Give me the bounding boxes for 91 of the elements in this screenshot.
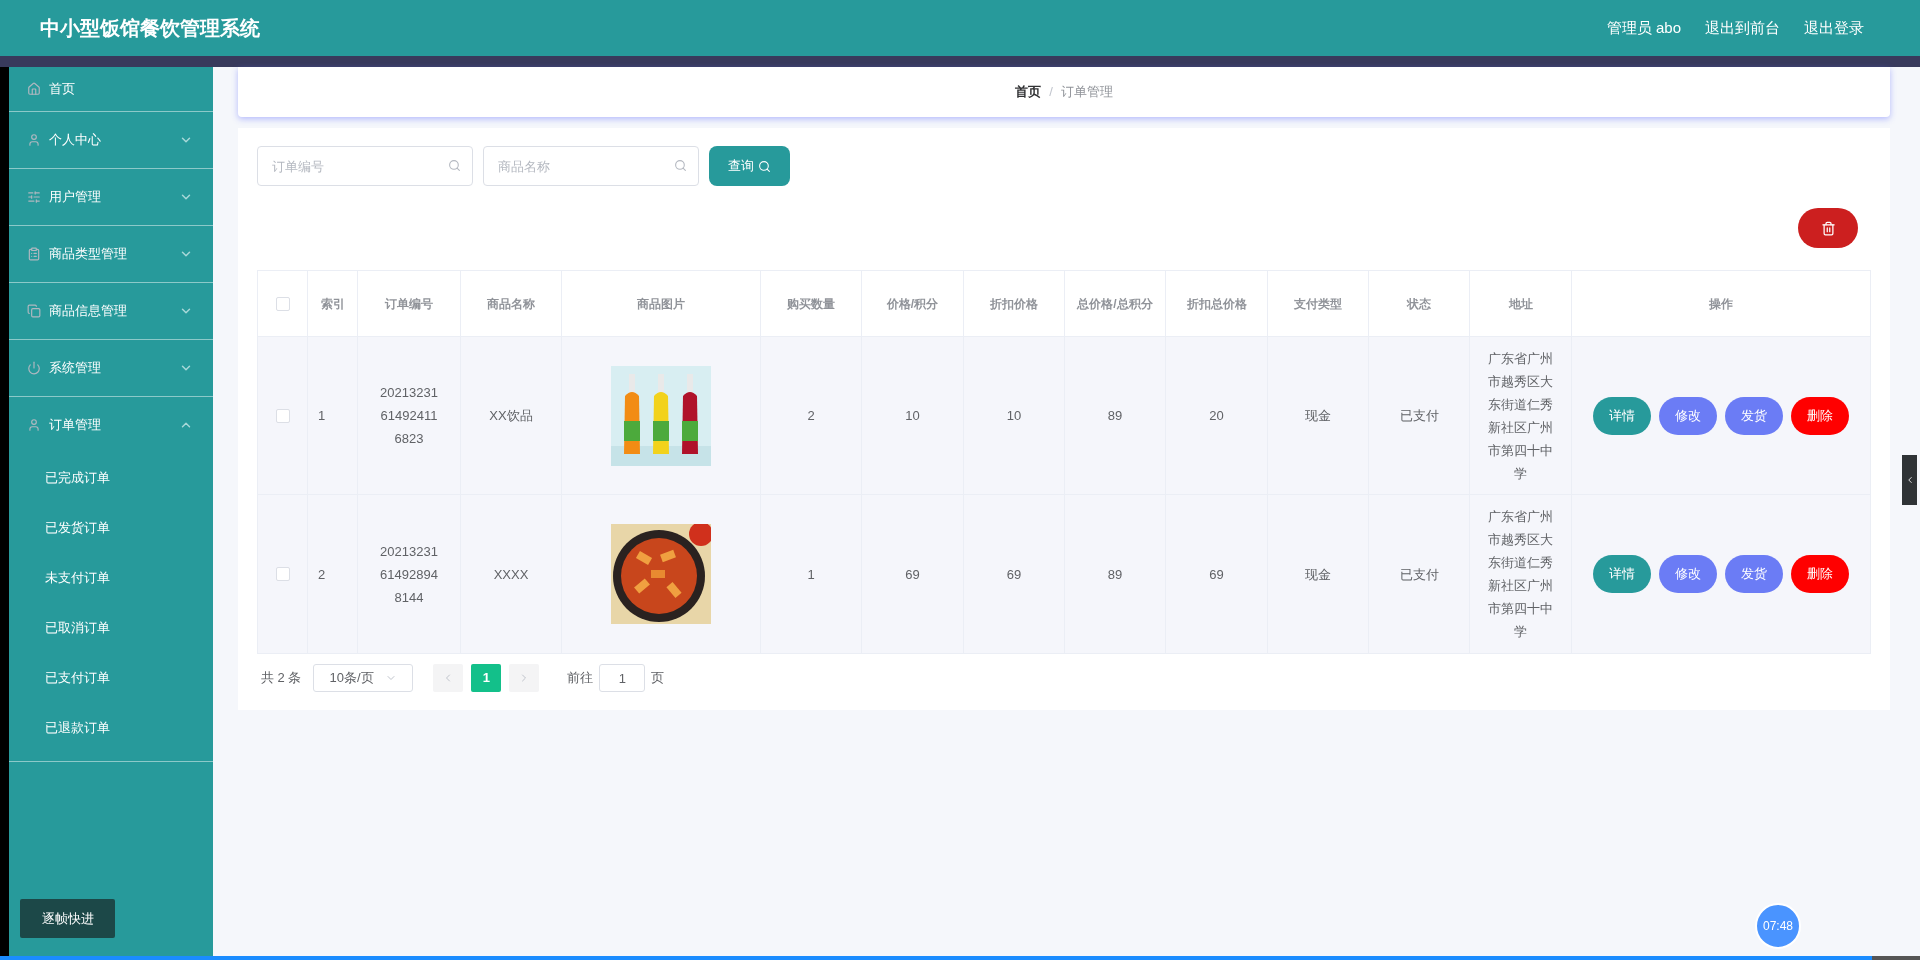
table-cell-text: 89: [1107, 407, 1123, 425]
action-button[interactable]: 详情: [1593, 555, 1651, 593]
goto-label: 前往: [567, 669, 594, 688]
table-cell-text: 2: [318, 565, 326, 584]
search-icon: [758, 159, 771, 173]
breadcrumb-link[interactable]: 订单管理: [1060, 82, 1113, 102]
table-cell-text: 89: [1107, 565, 1123, 584]
column-header: 商品名称: [487, 295, 535, 313]
timer-bubble: 07:48: [1755, 903, 1801, 949]
table-cell-text: 1: [807, 565, 815, 584]
query-button[interactable]: 查询: [709, 146, 790, 186]
header-link[interactable]: 管理员 abo: [1606, 16, 1681, 40]
table-cell-text: 20: [1209, 407, 1224, 425]
table-cell-text: 10: [905, 407, 920, 425]
sidebar-subitem[interactable]: 已完成订单: [9, 453, 213, 503]
table-cell-text: 广东省广州市越秀区大东街道仁秀新社区广州市第四十中学: [1487, 508, 1554, 641]
column-header: 索引: [320, 295, 345, 313]
table-cell-text: 20213231614924116823: [379, 384, 439, 448]
search-field[interactable]: 商品名称: [483, 146, 699, 186]
table-cell-text: 广东省广州市越秀区大东街道仁秀新社区广州市第四十中学: [1487, 349, 1554, 483]
sidebar-item[interactable]: 首页: [9, 67, 213, 111]
action-button[interactable]: 修改: [1659, 555, 1717, 593]
copy-icon: [27, 304, 41, 318]
checkbox[interactable]: [275, 296, 290, 311]
sidebar-item[interactable]: 商品类型管理: [9, 226, 213, 282]
user-icon: [27, 133, 41, 147]
sidebar-item[interactable]: 订单管理: [9, 397, 213, 453]
checkbox[interactable]: [275, 567, 290, 581]
column-header: 操作: [1709, 295, 1733, 313]
table-cell-text: XXXX: [493, 565, 529, 584]
table-cell-text: XX饮品: [489, 407, 533, 425]
table-cell-text: 已支付: [1399, 407, 1439, 425]
sidebar-item[interactable]: 个人中心: [9, 112, 213, 168]
page-input[interactable]: 1: [599, 664, 646, 692]
action-button[interactable]: 详情: [1593, 396, 1651, 435]
column-header: 地址: [1508, 295, 1533, 313]
breadcrumb-link[interactable]: 首页: [1015, 82, 1042, 102]
action-button[interactable]: 删除: [1791, 396, 1849, 435]
sliders-icon: [27, 190, 41, 204]
column-header: 支付类型: [1294, 295, 1342, 313]
page-unit: 页: [651, 669, 665, 688]
table-cell-text: 已支付: [1399, 565, 1439, 584]
sidebar-item[interactable]: 用户管理: [9, 169, 213, 225]
sidebar-item[interactable]: 商品信息管理: [9, 283, 213, 339]
search-field[interactable]: 订单编号: [257, 146, 473, 186]
column-header: 商品图片: [637, 295, 685, 313]
next-page-button[interactable]: [509, 664, 540, 692]
app-title: 中小型饭馆餐饮管理系统: [40, 16, 260, 41]
sidebar-subitem[interactable]: 已取消订单: [9, 603, 213, 653]
column-header: 总价格/总积分: [1077, 295, 1153, 313]
column-header: 购买数量: [787, 295, 835, 313]
table-cell-text: 69: [905, 565, 920, 584]
search-icon: [448, 159, 461, 172]
table-cell-text: 69: [1006, 565, 1022, 584]
action-button[interactable]: 发货: [1725, 555, 1783, 593]
table-cell-text: 1: [318, 407, 326, 425]
header-link[interactable]: 退出登录: [1804, 16, 1864, 40]
sidebar-subitem[interactable]: 已退款订单: [9, 703, 213, 753]
sidebar-subitem[interactable]: 已支付订单: [9, 653, 213, 703]
table-cell-text: 10: [1006, 407, 1022, 425]
table-cell-text: 现金: [1305, 407, 1331, 425]
table-cell-text: 现金: [1305, 565, 1331, 584]
page-button[interactable]: 1: [471, 664, 502, 692]
frame-forward-button[interactable]: 逐帧快进: [20, 899, 115, 938]
home-icon: [27, 82, 41, 96]
action-button[interactable]: 删除: [1791, 555, 1849, 593]
column-header: 折扣总价格: [1186, 295, 1247, 313]
column-header: 状态: [1407, 295, 1431, 313]
user-icon: [27, 418, 41, 432]
column-header: 折扣价格: [990, 295, 1038, 313]
checkbox[interactable]: [275, 408, 290, 423]
search-icon: [674, 159, 687, 172]
header-link[interactable]: 退出到前台: [1705, 16, 1780, 40]
table-cell-text: 20213231614928948144: [379, 542, 439, 607]
sidebar-item[interactable]: 系统管理: [9, 340, 213, 396]
action-button[interactable]: 发货: [1725, 396, 1783, 435]
delete-button[interactable]: [1798, 208, 1858, 248]
trash-icon: [1820, 220, 1836, 236]
sidebar-subitem[interactable]: 已发货订单: [9, 503, 213, 553]
total-count: 共 2 条: [261, 669, 302, 688]
table-cell-text: 2: [807, 407, 815, 425]
column-header: 价格/积分: [886, 295, 939, 313]
action-button[interactable]: 修改: [1659, 396, 1717, 435]
prev-page-button[interactable]: [433, 664, 464, 692]
page-size-select[interactable]: 10条/页: [313, 664, 414, 692]
table-cell-text: 69: [1209, 565, 1224, 584]
clipboard-icon: [27, 247, 41, 261]
sidebar-subitem[interactable]: 未支付订单: [9, 553, 213, 603]
power-icon: [27, 361, 41, 375]
breadcrumb-separator: /: [1049, 83, 1053, 102]
column-header: 订单编号: [385, 295, 433, 313]
